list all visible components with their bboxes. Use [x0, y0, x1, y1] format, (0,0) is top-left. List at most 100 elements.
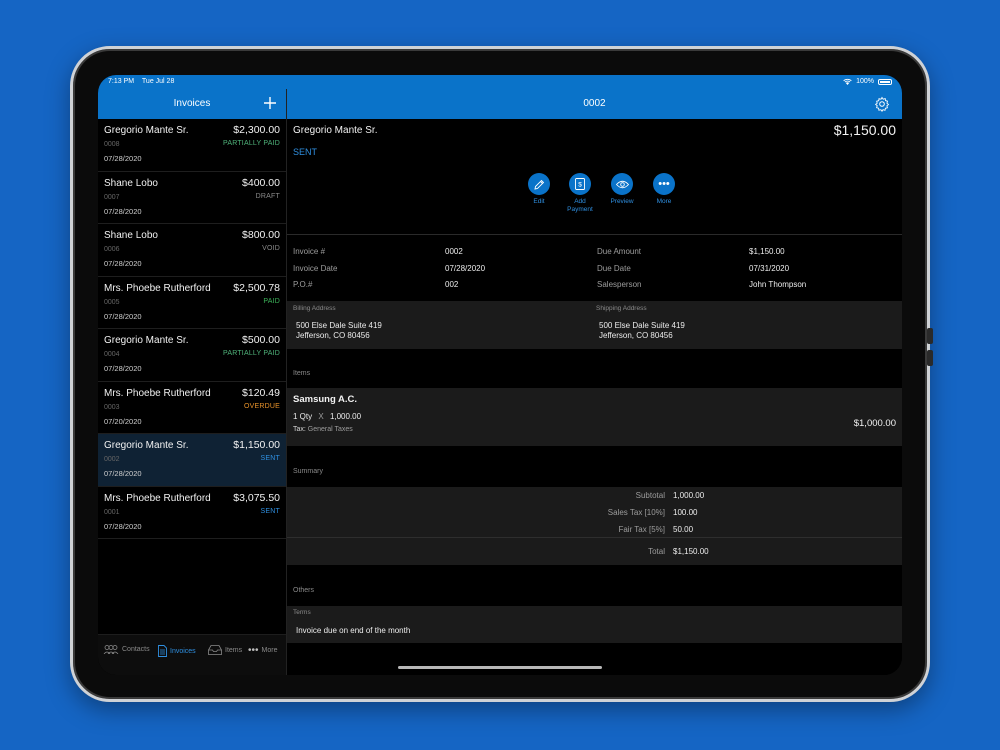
tab-contacts[interactable]: Contacts	[103, 645, 150, 654]
invoice-amount: $3,075.50	[233, 491, 280, 504]
billing-line2: Jefferson, CO 80456	[296, 331, 370, 340]
invoice-row[interactable]: Gregorio Mante Sr. $2,300.00 0008 PARTIALLY…	[98, 119, 286, 172]
tab-bar: Contacts Invoices Items ••• More	[98, 634, 286, 675]
invoice-customer: Gregorio Mante Sr.	[104, 125, 189, 136]
subtotal-label: Subtotal	[635, 491, 665, 500]
volume-down-button	[927, 350, 933, 366]
screen: 7:13 PM Tue Jul 28 100% Invoices Gregori…	[98, 75, 902, 675]
invoice-amount: $800.00	[242, 229, 280, 241]
summary-section	[287, 487, 902, 565]
edit-button[interactable]: Edit	[519, 173, 559, 206]
edit-label: Edit	[533, 198, 545, 205]
eye-icon	[615, 180, 629, 188]
preview-label: Preview	[610, 198, 634, 205]
fair-tax-value: 50.00	[673, 525, 694, 534]
svg-text:$: $	[578, 182, 582, 189]
invoice-date: 07/28/2020	[104, 364, 142, 373]
invoice-amount: $1,150.00	[233, 439, 280, 451]
payment-icon: $	[575, 178, 585, 190]
invoice-row[interactable]: Mrs. Phoebe Rutherford $3,075.50 0001 SENT 0…	[98, 487, 286, 539]
invoice-row[interactable]: Shane Lobo $800.00 0006 VOID 07/28/2020	[98, 224, 286, 277]
invoice-date: 07/28/2020	[104, 206, 142, 216]
invoice-number-value: 0002	[445, 247, 463, 256]
tab-more[interactable]: ••• More	[248, 645, 277, 656]
more-icon: •••	[653, 173, 675, 195]
shipping-line1: 500 Else Dale Suite 419	[599, 321, 685, 330]
invoice-date: 07/28/2020	[104, 311, 142, 321]
more-actions-label: More	[656, 198, 672, 205]
terms-label: Terms	[293, 609, 311, 616]
invoice-number-label: Invoice #	[293, 247, 326, 256]
invoice-amount: $2,300.00	[233, 124, 280, 136]
sales-tax-value: 100.00	[673, 508, 698, 517]
tab-invoices-label: Invoices	[170, 647, 196, 655]
item-qty-line: 1 Qty X 1,000.00	[293, 412, 361, 421]
pencil-icon	[533, 179, 544, 190]
add-invoice-button[interactable]	[264, 92, 276, 113]
shipping-address-label: Shipping Address	[596, 305, 647, 312]
invoice-date: 07/28/2020	[104, 469, 142, 478]
due-amount-label: Due Amount	[597, 247, 642, 256]
fair-tax-label: Fair Tax [5%]	[618, 525, 665, 534]
wifi-icon	[843, 78, 852, 85]
invoice-customer: Shane Lobo	[104, 177, 158, 189]
invoice-status-badge: DRAFT	[255, 192, 280, 200]
item-row[interactable]	[287, 388, 902, 446]
invoice-number: 0004	[104, 351, 120, 358]
tab-invoices[interactable]: Invoices	[158, 645, 196, 657]
invoice-row[interactable]: Gregorio Mante Sr. $1,150.00 0002 SENT 07/28…	[98, 434, 286, 487]
invoice-date: 07/20/2020	[104, 416, 142, 426]
invoice-number: 0003	[104, 403, 120, 411]
billing-address-label: Billing Address	[293, 305, 336, 312]
salesperson-label: Salesperson	[597, 280, 642, 289]
preview-button[interactable]: Preview	[602, 173, 642, 206]
more-actions-button[interactable]: ••• More	[644, 173, 684, 206]
due-date-label: Due Date	[597, 264, 631, 273]
item-rate: 1,000.00	[329, 412, 362, 421]
subtotal-value: 1,000.00	[673, 491, 705, 500]
status-bar: 7:13 PM Tue Jul 28 100%	[98, 75, 902, 89]
home-indicator	[398, 666, 602, 669]
invoice-row[interactable]: Gregorio Mante Sr. $500.00 0004 PARTIALLY P…	[98, 329, 286, 382]
volume-up-button	[927, 328, 933, 344]
invoice-amount: $500.00	[242, 334, 280, 346]
add-payment-button[interactable]: $ Add Payment	[560, 173, 600, 214]
invoice-list-panel: Invoices Gregorio Mante Sr. $2,300.00 0008…	[98, 75, 287, 675]
terms-section	[287, 606, 902, 643]
tab-items-label: Items	[225, 646, 243, 654]
tab-items[interactable]: Items	[208, 645, 242, 655]
billing-address: 500 Else Dale Suite 419 Jefferson, CO 80…	[296, 321, 382, 341]
invoice-number: 0005	[104, 298, 120, 306]
invoice-number: 0001	[104, 508, 120, 516]
items-section-title: Items	[293, 370, 311, 377]
invoice-amount: $400.00	[242, 176, 280, 189]
salesperson-value: John Thompson	[749, 280, 807, 289]
item-qty: 1 Qty	[293, 412, 313, 421]
battery-percent: 100%	[856, 78, 874, 85]
invoice-status-badge: SENT	[260, 455, 280, 462]
invoice-row[interactable]: Mrs. Phoebe Rutherford $2,500.78 0005 PAID 0…	[98, 277, 286, 329]
invoice-customer: Mrs. Phoebe Rutherford	[104, 282, 211, 294]
others-section-title: Others	[293, 587, 315, 594]
invoice-customer: Shane Lobo	[104, 230, 158, 241]
item-name: Samsung A.C.	[293, 394, 358, 405]
invoice-status-badge: OVERDUE	[243, 402, 280, 410]
summary-section-title: Summary	[293, 468, 323, 475]
invoice-date: 07/28/2020	[104, 521, 142, 531]
invoice-customer: Mrs. Phoebe Rutherford	[104, 492, 211, 504]
summary-divider	[287, 537, 902, 538]
invoice-row[interactable]: Shane Lobo $400.00 0007 DRAFT 07/28/2020	[98, 172, 286, 224]
tab-more-label: More	[261, 647, 278, 654]
more-icon: •••	[248, 645, 259, 656]
list-header: Invoices	[98, 89, 286, 119]
invoice-amount: $2,500.78	[233, 281, 280, 294]
item-tax-line: Tax: General Taxes	[293, 426, 353, 433]
invoice-row[interactable]: Mrs. Phoebe Rutherford $120.49 0003 OVERDUE…	[98, 382, 286, 434]
gear-icon[interactable]	[874, 96, 890, 112]
invoice-status-badge: VOID	[262, 245, 280, 252]
list-title: Invoices	[173, 98, 211, 109]
invoice-number: 0002	[104, 456, 120, 463]
invoice-date-value: 07/28/2020	[445, 264, 486, 273]
plus-icon	[264, 97, 276, 109]
invoice-status-badge: PARTIALLY PAID	[222, 140, 280, 147]
